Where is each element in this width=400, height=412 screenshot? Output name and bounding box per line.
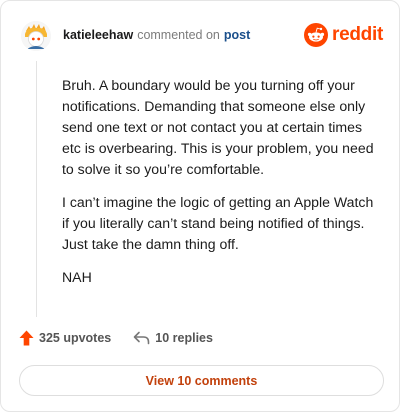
post-link[interactable]: post xyxy=(224,28,250,42)
reply-arrow-icon xyxy=(133,331,150,345)
replies-button[interactable]: 10 replies xyxy=(133,331,213,345)
reddit-wordmark: reddit xyxy=(332,24,383,45)
reddit-brand[interactable]: reddit xyxy=(304,23,383,47)
comment-paragraph: NAH xyxy=(62,269,92,285)
upvote-button[interactable]: 325 upvotes xyxy=(19,330,111,346)
upvote-arrow-icon xyxy=(19,330,34,346)
comment-meta: katieleehaw commented on post xyxy=(63,28,250,42)
thread-line xyxy=(36,61,37,317)
comment-action-text: commented on xyxy=(137,28,220,42)
comment-paragraph: Bruh. A boundary would be you turning of… xyxy=(62,77,374,177)
reply-count: 10 replies xyxy=(155,331,213,345)
comment-card: katieleehaw commented on post reddit Bru… xyxy=(0,0,400,412)
comment-paragraph: I can’t imagine the logic of getting an … xyxy=(62,194,374,252)
comment-header: katieleehaw commented on post reddit xyxy=(21,19,383,53)
comment-body: Bruh. A boundary would be you turning of… xyxy=(62,75,382,300)
user-avatar[interactable] xyxy=(21,21,51,51)
reddit-snoo-icon xyxy=(304,23,329,47)
comment-actions: 325 upvotes 10 replies xyxy=(19,330,213,346)
upvote-count: 325 upvotes xyxy=(39,331,112,345)
view-comments-button[interactable]: View 10 comments xyxy=(19,365,384,396)
username[interactable]: katieleehaw xyxy=(63,28,133,42)
